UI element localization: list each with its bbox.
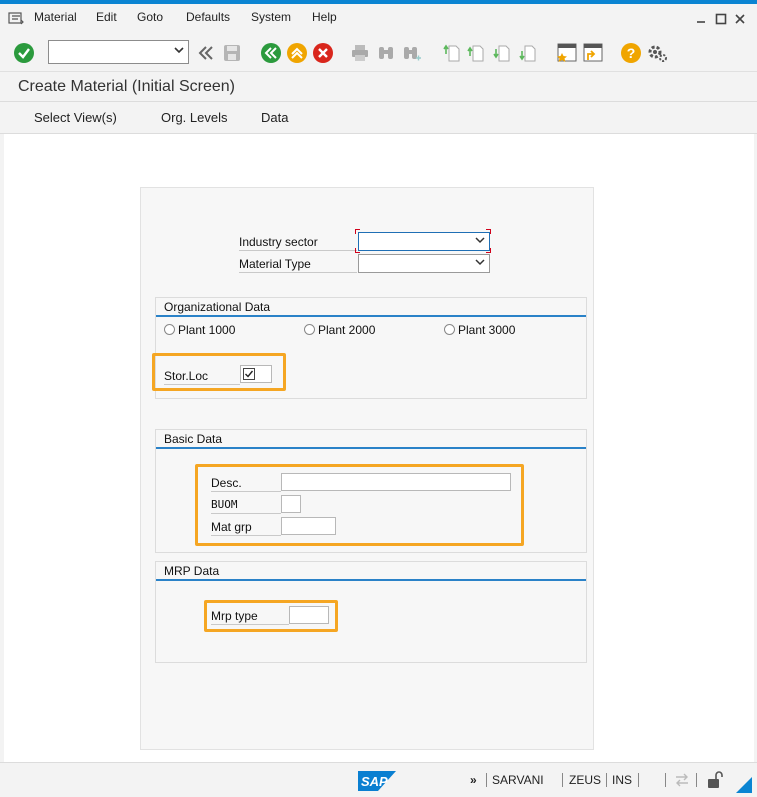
group-divider — [156, 579, 586, 581]
organizational-data-group: Organizational Data Plant 1000 Plant 200… — [152, 297, 587, 399]
basic-data-group: Basic Data Desc. BUOM Mat grp — [155, 429, 587, 553]
maximize-icon[interactable] — [714, 12, 728, 26]
highlight-box-basic-data — [195, 464, 524, 546]
swap-icon[interactable] — [674, 773, 690, 790]
group-title: Organizational Data — [164, 300, 271, 314]
shortcut-icon[interactable] — [582, 42, 604, 64]
mrp-data-group: MRP Data Mrp type — [155, 561, 587, 663]
initial-screen-panel: Industry sector Material Type Organizati… — [140, 187, 594, 750]
menu-icon[interactable] — [8, 11, 24, 25]
radio-label: Plant 2000 — [318, 323, 376, 337]
lock-open-icon[interactable] — [707, 771, 723, 792]
svg-text:?: ? — [627, 45, 636, 61]
divider — [696, 773, 697, 787]
back-double-icon[interactable] — [196, 43, 218, 65]
divider — [606, 773, 607, 787]
close-icon[interactable] — [733, 12, 747, 26]
application-toolbar: Select View(s) Org. Levels Data — [0, 102, 757, 134]
settings-icon[interactable] — [646, 42, 668, 64]
minimize-icon[interactable] — [694, 12, 708, 26]
group-title: Basic Data — [164, 432, 223, 446]
radio-circle[interactable] — [444, 324, 455, 335]
org-levels-button[interactable]: Org. Levels — [161, 110, 227, 125]
status-arrow[interactable]: » — [470, 773, 477, 787]
sap-logo-text: SAP — [361, 774, 388, 789]
menu-material[interactable]: Material — [34, 10, 77, 24]
divider — [562, 773, 563, 787]
last-page-icon[interactable] — [518, 43, 540, 65]
menu-goto[interactable]: Goto — [137, 10, 163, 24]
material-type-label: Material Type — [239, 255, 357, 273]
menu-help[interactable]: Help — [312, 10, 337, 24]
system-toolbar: ? — [0, 32, 757, 72]
plant-1000-radio[interactable]: Plant 1000 — [164, 323, 235, 337]
chevron-down-icon[interactable] — [174, 44, 184, 58]
create-session-icon[interactable] — [556, 42, 578, 64]
page-title: Create Material (Initial Screen) — [18, 78, 235, 95]
divider — [665, 773, 666, 787]
radio-label: Plant 1000 — [178, 323, 236, 337]
plant-2000-radio[interactable]: Plant 2000 — [304, 323, 375, 337]
resize-grip-icon[interactable] — [736, 777, 752, 796]
group-title: MRP Data — [164, 564, 220, 578]
enter-icon[interactable] — [13, 42, 35, 64]
chevron-down-icon[interactable] — [475, 257, 485, 270]
screen-title-bar: Create Material (Initial Screen) — [0, 72, 757, 102]
prev-page-icon[interactable] — [466, 43, 488, 65]
radio-circle[interactable] — [164, 324, 175, 335]
status-bar: SAP » SARVANI ZEUS INS — [0, 762, 757, 797]
radio-label: Plant 3000 — [458, 323, 516, 337]
divider — [486, 773, 487, 787]
industry-sector-select[interactable] — [358, 232, 490, 251]
menu-defaults[interactable]: Defaults — [186, 10, 230, 24]
plant-3000-radio[interactable]: Plant 3000 — [444, 323, 515, 337]
exit-icon[interactable] — [286, 42, 308, 64]
back-icon[interactable] — [260, 42, 282, 64]
cancel-icon[interactable] — [312, 42, 334, 64]
menu-system[interactable]: System — [251, 10, 291, 24]
chevron-down-icon[interactable] — [475, 235, 485, 248]
focus-corner — [355, 229, 360, 234]
find-icon[interactable] — [376, 43, 398, 65]
help-icon[interactable]: ? — [620, 42, 642, 64]
focus-corner — [355, 248, 360, 253]
first-page-icon[interactable] — [442, 43, 464, 65]
radio-circle[interactable] — [304, 324, 315, 335]
focus-corner — [486, 248, 491, 253]
status-user: SARVANI — [492, 773, 544, 787]
sap-logo: SAP — [358, 771, 396, 791]
print-icon[interactable] — [350, 43, 372, 65]
group-divider — [156, 447, 586, 449]
command-field[interactable] — [48, 40, 189, 64]
focus-corner — [486, 229, 491, 234]
highlight-box-mrp-type — [204, 600, 338, 632]
industry-sector-label: Industry sector — [239, 233, 357, 251]
status-mode: INS — [612, 773, 633, 787]
next-page-icon[interactable] — [492, 43, 514, 65]
save-icon[interactable] — [222, 43, 244, 65]
material-type-select[interactable] — [358, 254, 490, 273]
status-system: ZEUS — [569, 773, 602, 787]
data-button[interactable]: Data — [261, 110, 288, 125]
select-views-button[interactable]: Select View(s) — [34, 110, 117, 125]
divider — [638, 773, 639, 787]
menu-bar: Material Edit Goto Defaults System Help — [0, 4, 757, 32]
highlight-box-stor-loc — [152, 353, 286, 391]
menu-edit[interactable]: Edit — [96, 10, 117, 24]
find-next-icon[interactable] — [402, 43, 424, 65]
group-divider — [156, 315, 586, 317]
